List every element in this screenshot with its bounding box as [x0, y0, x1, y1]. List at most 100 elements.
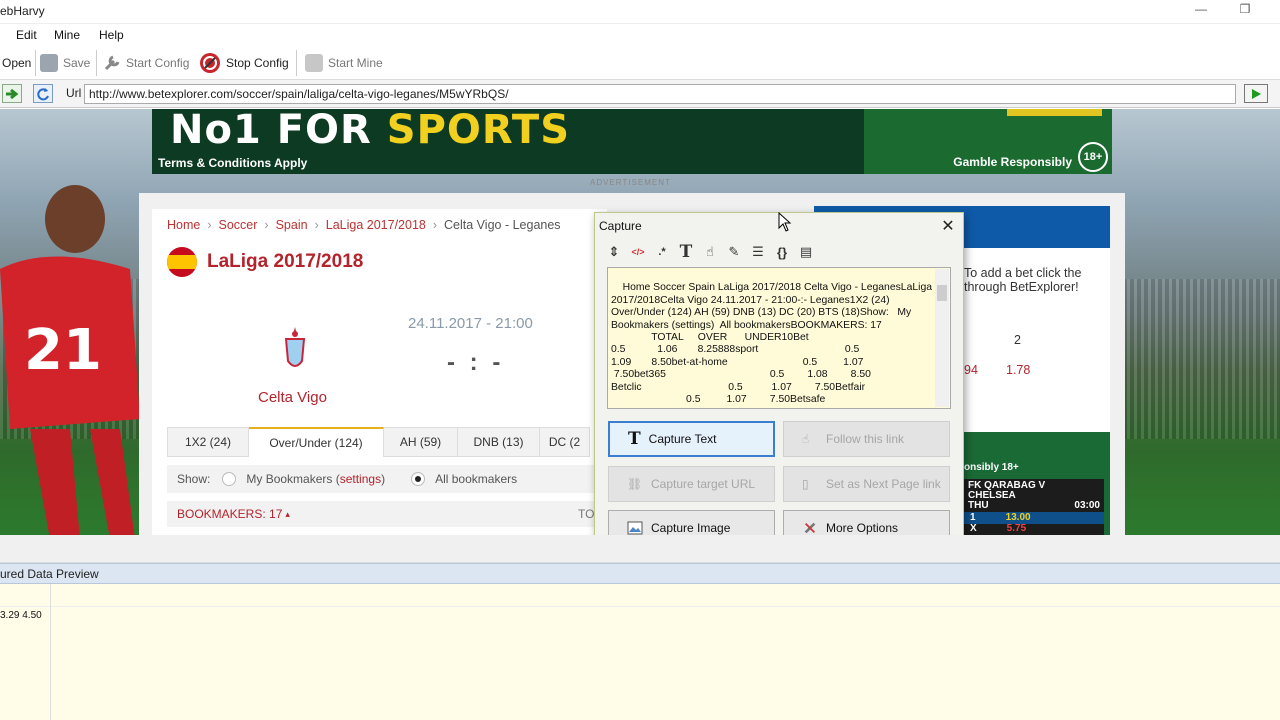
settings-link[interactable]: settings: [340, 472, 381, 486]
toolbar-divider: [296, 50, 297, 76]
arrow-right-icon: [6, 88, 19, 99]
back-button[interactable]: [2, 84, 22, 103]
fixture-selection: 1: [970, 512, 976, 523]
url-input[interactable]: [84, 84, 1236, 104]
restore-icon[interactable]: ❐: [1230, 2, 1260, 22]
save-label: Save: [63, 56, 91, 70]
grid-row-divider: [0, 606, 1280, 607]
banner-accent: [1007, 109, 1102, 116]
my-bookmakers-text: My Bookmakers (: [246, 472, 340, 486]
next-page-button[interactable]: ▯ Set as Next Page link: [783, 466, 950, 502]
toolbar-divider: [96, 50, 97, 76]
menu-mine[interactable]: Mine: [54, 28, 80, 42]
scrollbar-thumb[interactable]: [937, 285, 947, 301]
all-bookmakers-label: All bookmakers: [435, 472, 518, 486]
minimize-icon[interactable]: —: [1186, 2, 1216, 22]
tab-dnb[interactable]: DNB (13): [458, 427, 540, 457]
fixture-odds-row-x: X 5.75: [968, 524, 1100, 534]
tab-ah[interactable]: AH (59): [384, 427, 458, 457]
chevron-right-icon: ›: [264, 218, 269, 232]
page-icon: ▯: [802, 477, 809, 491]
advertisement-label: ADVERTISEMENT: [590, 178, 671, 187]
hand-icon[interactable]: ☝: [701, 243, 719, 261]
address-bar: Url: [0, 80, 1280, 108]
odds-value[interactable]: 1.78: [1006, 363, 1030, 377]
html-icon[interactable]: </>: [629, 243, 647, 261]
menu-help[interactable]: Help: [99, 28, 124, 42]
tab-1x2[interactable]: 1X2 (24): [167, 427, 249, 457]
breadcrumb-soccer[interactable]: Soccer: [219, 218, 258, 232]
fixture-selection-x: X: [970, 523, 977, 534]
open-button[interactable]: Open: [2, 52, 31, 74]
stop-config-button[interactable]: Stop Config: [199, 52, 289, 74]
data-preview-header: ured Data Preview: [0, 563, 1280, 584]
odds-left-value[interactable]: 94: [964, 363, 978, 377]
capture-text-label: Capture Text: [648, 432, 717, 446]
play-icon: [1252, 88, 1261, 99]
braces-icon[interactable]: {}: [773, 243, 791, 261]
fixture-odds-row: 1 13.00: [964, 512, 1104, 524]
menu-bar: Edit Mine Help: [0, 24, 1280, 46]
tools-icon: [804, 522, 816, 534]
go-button[interactable]: [1244, 84, 1268, 103]
my-bookmakers-label: My Bookmakers (settings): [246, 472, 385, 486]
fixture-time: 03:00: [1074, 500, 1100, 511]
close-icon[interactable]: ✕: [939, 216, 957, 236]
expand-collapse-icon[interactable]: ⇕: [605, 243, 623, 261]
home-team-name[interactable]: Celta Vigo: [258, 389, 327, 406]
all-bookmakers-radio[interactable]: [411, 472, 426, 486]
scrollbar[interactable]: [935, 269, 949, 407]
age-badge: 18+: [1078, 142, 1108, 172]
splitter[interactable]: [0, 535, 1280, 563]
fixture-odd[interactable]: 13.00: [1006, 513, 1031, 523]
fixture-odd-x[interactable]: 5.75: [1007, 524, 1026, 534]
wrench-icon: [104, 55, 120, 71]
start-config-button[interactable]: Start Config: [103, 52, 189, 74]
banner-terms: Terms & Conditions Apply: [158, 156, 308, 170]
ad-banner[interactable]: No1 FOR SPORTS Terms & Conditions Apply …: [152, 109, 1112, 174]
capture-dialog: Capture ✕ ⇕ </> .* T ☝ ✎ ☰ {} ▤ Home Soc…: [594, 212, 964, 557]
image-icon: [627, 521, 643, 535]
start-config-label: Start Config: [126, 56, 190, 70]
tab-dc[interactable]: DC (2: [540, 427, 590, 457]
pencil-icon[interactable]: ✎: [725, 243, 743, 261]
league-title[interactable]: LaLiga 2017/2018: [207, 251, 363, 273]
breadcrumb-spain[interactable]: Spain: [276, 218, 308, 232]
text-icon[interactable]: T: [677, 242, 695, 262]
window-title: ebHarvy: [0, 4, 45, 18]
window-icon[interactable]: ▤: [797, 243, 815, 261]
regex-icon[interactable]: .*: [653, 243, 671, 261]
start-mine-button[interactable]: Start Mine: [305, 52, 383, 74]
capture-url-button[interactable]: ⛓ Capture target URL: [608, 466, 775, 502]
odds-tabs: 1X2 (24) Over/Under (124) AH (59) DNB (1…: [167, 427, 590, 457]
bookmakers-header[interactable]: BOOKMAKERS: 17 ▴ TO: [167, 501, 595, 527]
breadcrumb-league[interactable]: LaLiga 2017/2018: [326, 218, 426, 232]
stop-icon: [200, 53, 220, 73]
show-filter-row: Show: My Bookmakers (settings) All bookm…: [167, 465, 595, 493]
tab-over-under[interactable]: Over/Under (124): [249, 427, 384, 457]
betslip-hint-line: To add a bet click the: [964, 266, 1082, 280]
capture-toolbar: ⇕ </> .* T ☝ ✎ ☰ {} ▤: [605, 241, 815, 263]
follow-link-label: Follow this link: [826, 432, 905, 446]
fixture-time-row: THU 03:00: [968, 501, 1100, 511]
capture-image-label: Capture Image: [651, 521, 731, 535]
window-titlebar: ebHarvy — ❐: [0, 0, 1280, 24]
banner-headline-highlight: SPORTS: [386, 109, 571, 153]
side-ad-fixture: FK QARABAG V CHELSEA THU 03:00 1 13.00 X…: [964, 479, 1104, 535]
hand-icon: ☝: [802, 432, 810, 446]
breadcrumb-home[interactable]: Home: [167, 218, 200, 232]
list-dropdown-icon[interactable]: ☰: [749, 243, 767, 261]
menu-edit[interactable]: Edit: [16, 28, 37, 42]
breadcrumb: Home › Soccer › Spain › LaLiga 2017/2018 › Celta…: [167, 218, 561, 232]
captured-text: Home Soccer Spain LaLiga 2017/2018 Celta…: [611, 282, 933, 406]
refresh-button[interactable]: [33, 84, 53, 103]
follow-link-button[interactable]: ☝ Follow this link: [783, 421, 950, 457]
capture-text-button[interactable]: T Capture Text: [608, 421, 775, 457]
text-icon: T: [628, 429, 641, 449]
my-bookmakers-radio[interactable]: [222, 472, 237, 486]
data-cell[interactable]: 3.29 4.50: [0, 610, 42, 621]
captured-text-area[interactable]: Home Soccer Spain LaLiga 2017/2018 Celta…: [607, 267, 951, 409]
save-button[interactable]: Save: [40, 52, 90, 74]
data-preview-grid[interactable]: 3.29 4.50: [0, 584, 1280, 720]
more-options-label: More Options: [826, 521, 899, 535]
